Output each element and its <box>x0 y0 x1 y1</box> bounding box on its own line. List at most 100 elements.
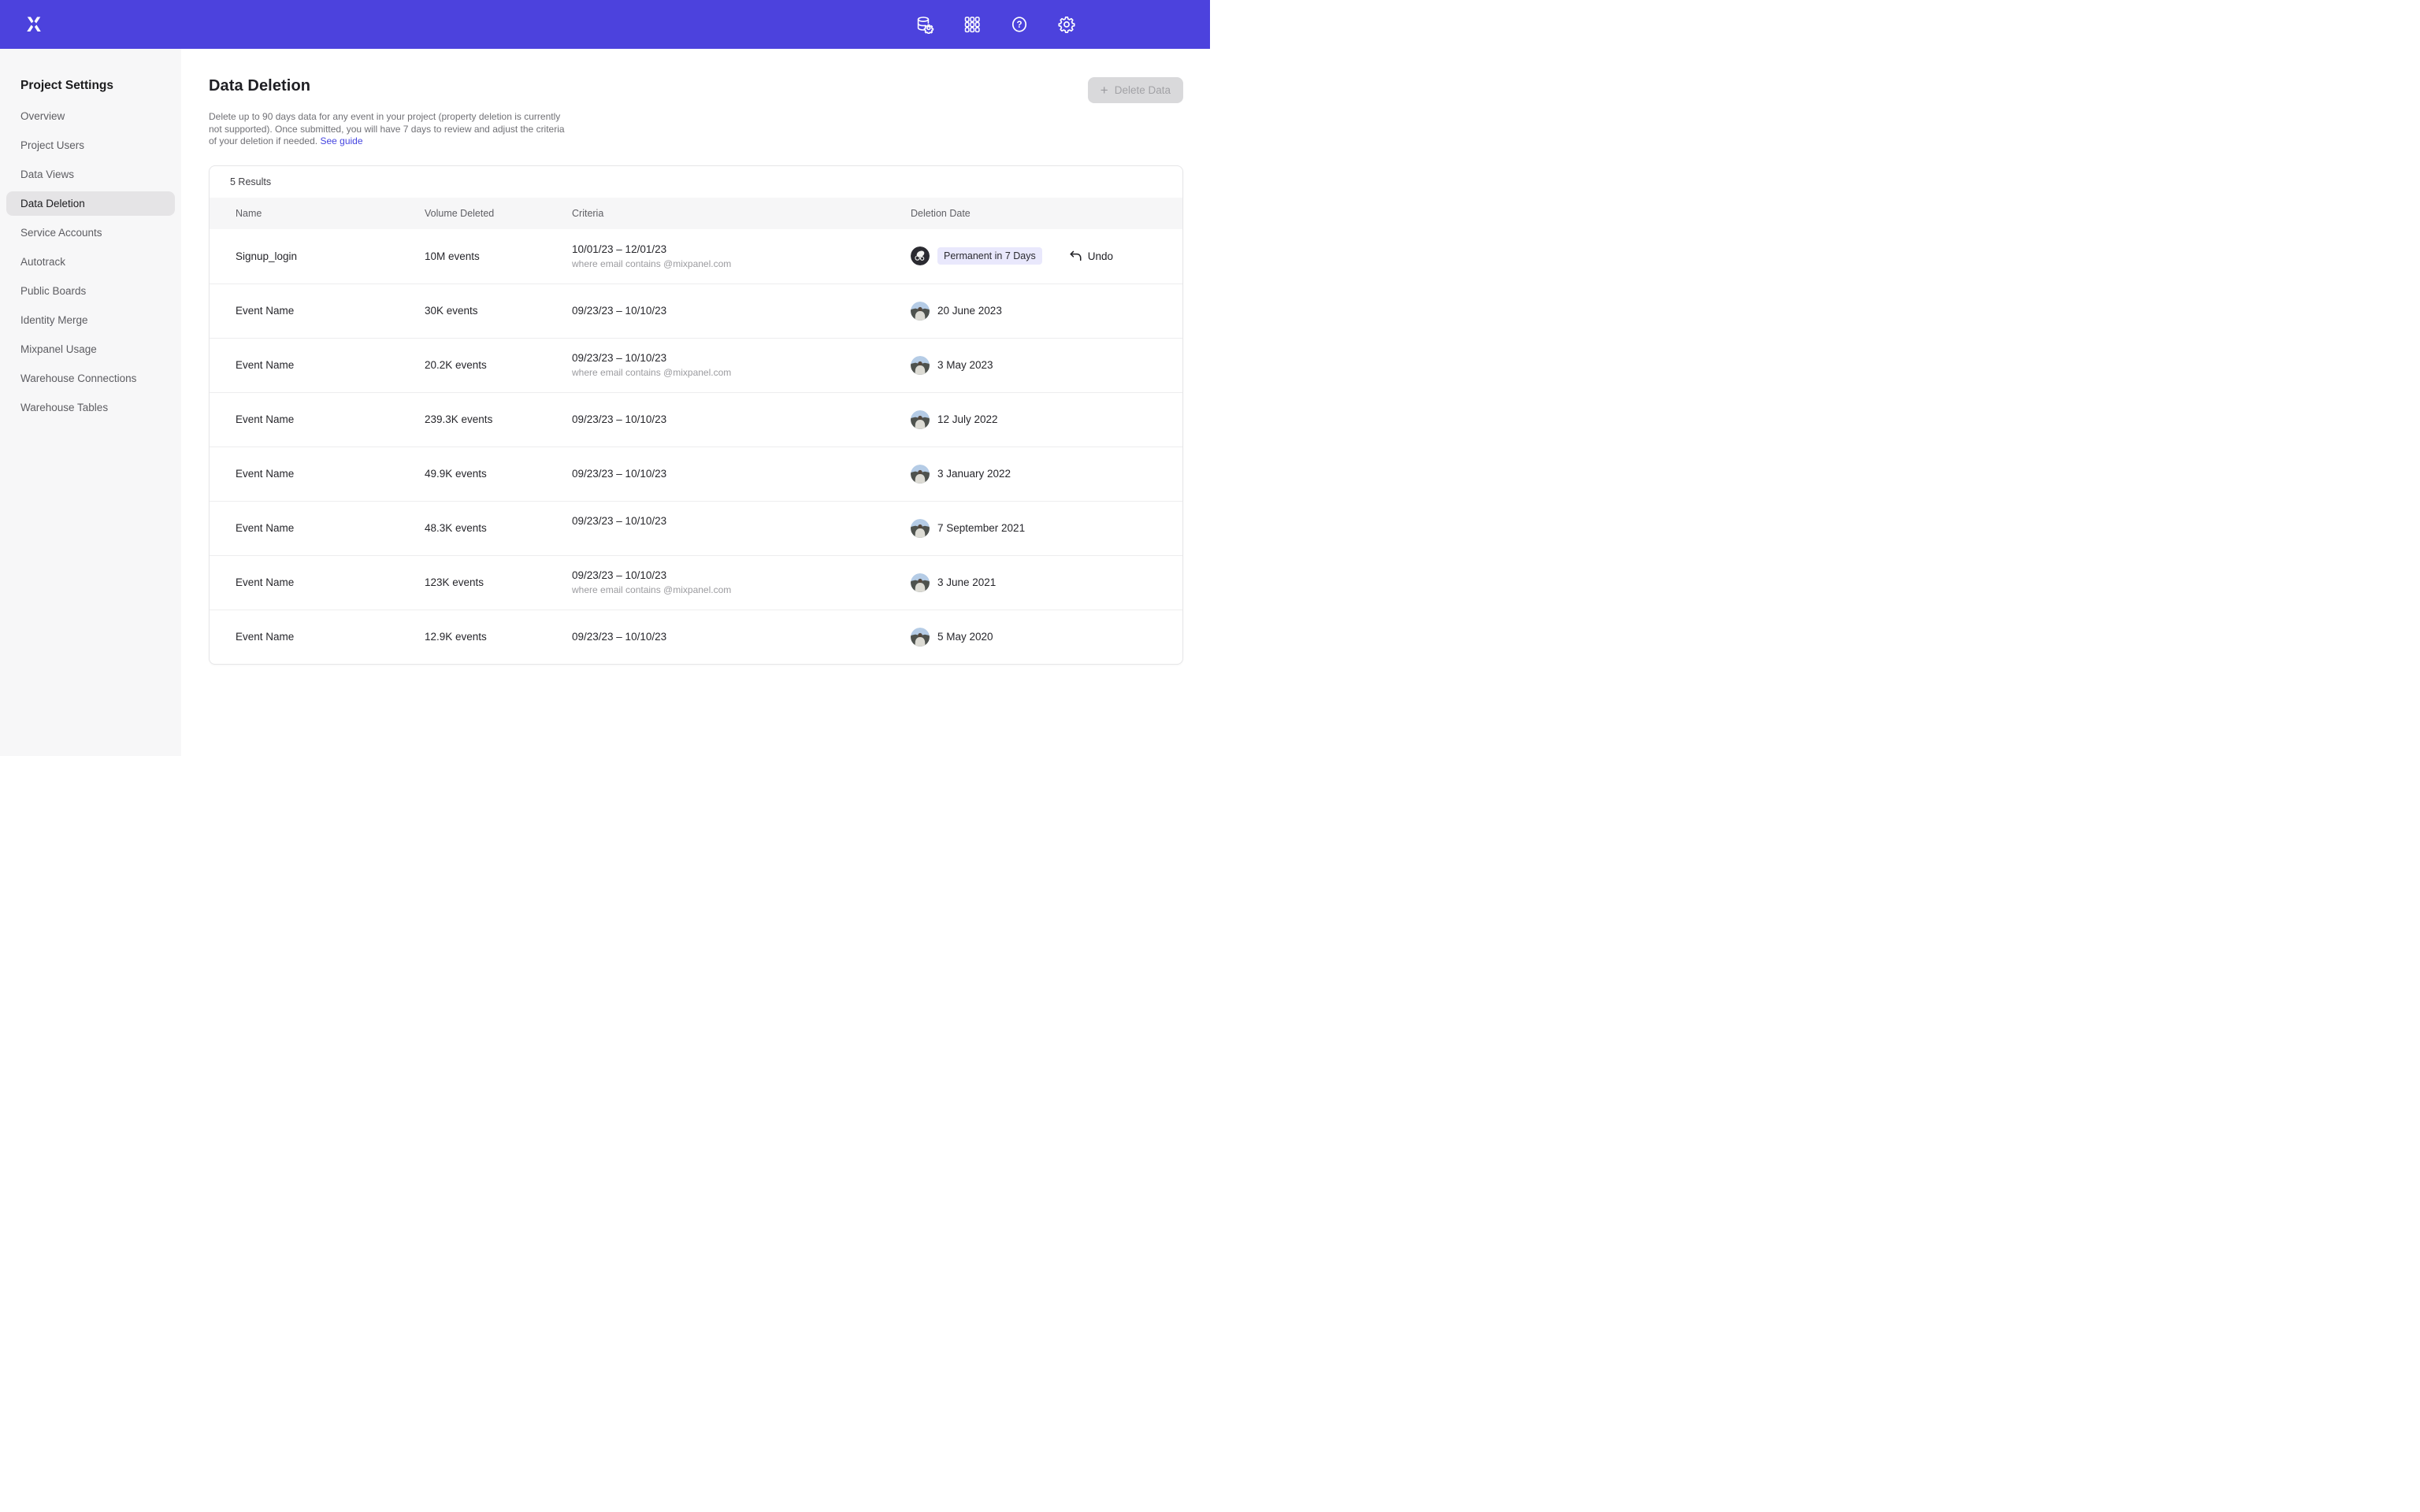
criteria-cell: 09/23/23 – 10/10/23where email contains … <box>572 352 911 378</box>
volume-deleted: 20.2K events <box>425 359 572 371</box>
apps-grid-icon[interactable] <box>963 15 982 34</box>
criteria-date-range: 09/23/23 – 10/10/23 <box>572 468 911 480</box>
criteria-cell: 09/23/23 – 10/10/23 <box>572 468 911 480</box>
user-avatar-illustrated <box>911 246 930 265</box>
sidebar-item-label: Service Accounts <box>20 227 102 239</box>
user-photo <box>911 573 930 592</box>
sidebar-item-label: Warehouse Tables <box>20 402 108 413</box>
event-name: Event Name <box>236 576 425 588</box>
event-name: Event Name <box>236 305 425 317</box>
deletion-date: 12 July 2022 <box>937 413 998 425</box>
sidebar-item-label: Mixpanel Usage <box>20 343 97 355</box>
criteria-cell: 09/23/23 – 10/10/23 <box>572 305 911 317</box>
page-title: Data Deletion <box>209 77 310 95</box>
table-row: Event Name239.3K events09/23/23 – 10/10/… <box>210 392 1182 447</box>
volume-deleted: 12.9K events <box>425 631 572 643</box>
results-count: 5 Results <box>210 166 1182 198</box>
table-row: Event Name20.2K events09/23/23 – 10/10/2… <box>210 338 1182 392</box>
event-name: Event Name <box>236 359 425 371</box>
delete-data-button[interactable]: + Delete Data <box>1088 77 1183 103</box>
table-header-row: Name Volume Deleted Criteria Deletion Da… <box>210 198 1182 229</box>
user-photo <box>911 628 930 647</box>
deletion-date-cell: 5 May 2020 <box>911 628 1182 647</box>
sidebar-item-label: Project Users <box>20 139 84 151</box>
event-name: Signup_login <box>236 250 425 262</box>
column-header-name: Name <box>236 208 425 219</box>
table-row: Event Name123K events09/23/23 – 10/10/23… <box>210 555 1182 610</box>
help-icon[interactable]: ? <box>1010 15 1029 34</box>
user-photo <box>911 410 930 429</box>
sidebar-item-label: Data Views <box>20 169 74 180</box>
data-settings-icon[interactable] <box>915 15 934 34</box>
criteria-date-range: 09/23/23 – 10/10/23 <box>572 569 911 581</box>
sidebar-item-public-boards[interactable]: Public Boards <box>6 279 175 303</box>
mixpanel-logo[interactable]: X <box>22 13 46 36</box>
deletion-table-card: 5 Results Name Volume Deleted Criteria D… <box>209 165 1183 665</box>
column-header-deletion-date: Deletion Date <box>911 208 1182 219</box>
sidebar-item-project-users[interactable]: Project Users <box>6 133 175 158</box>
sidebar-item-label: Warehouse Connections <box>20 372 136 384</box>
user-avatar <box>911 465 930 484</box>
deletion-date: 3 June 2021 <box>937 576 996 588</box>
user-photo <box>911 356 930 375</box>
delete-data-button-label: Delete Data <box>1115 84 1171 96</box>
sidebar: Project Settings Overview Project Users Da… <box>0 49 181 756</box>
sidebar-item-identity-merge[interactable]: Identity Merge <box>6 308 175 332</box>
sidebar-item-autotrack[interactable]: Autotrack <box>6 250 175 274</box>
criteria-filter <box>572 530 911 541</box>
sidebar-item-data-deletion[interactable]: Data Deletion <box>6 191 175 216</box>
volume-deleted: 30K events <box>425 305 572 317</box>
user-avatar <box>911 302 930 321</box>
criteria-cell: 09/23/23 – 10/10/23 <box>572 413 911 425</box>
volume-deleted: 49.9K events <box>425 468 572 480</box>
sidebar-item-label: Identity Merge <box>20 314 88 326</box>
event-name: Event Name <box>236 468 425 480</box>
svg-text:?: ? <box>1016 20 1022 30</box>
plus-icon: + <box>1101 83 1108 97</box>
user-avatar <box>911 628 930 647</box>
volume-deleted: 10M events <box>425 250 572 262</box>
sidebar-item-overview[interactable]: Overview <box>6 104 175 128</box>
sidebar-item-warehouse-tables[interactable]: Warehouse Tables <box>6 395 175 420</box>
user-avatar <box>911 410 930 429</box>
deletion-date: 3 January 2022 <box>937 468 1011 480</box>
sidebar-item-mixpanel-usage[interactable]: Mixpanel Usage <box>6 337 175 361</box>
criteria-date-range: 09/23/23 – 10/10/23 <box>572 305 911 317</box>
deletion-date-cell: Permanent in 7 Days Undo <box>911 246 1182 265</box>
deletion-date-cell: 20 June 2023 <box>911 302 1182 321</box>
sidebar-item-service-accounts[interactable]: Service Accounts <box>6 220 175 245</box>
illustrated-avatar <box>911 246 930 265</box>
permanent-status-badge: Permanent in 7 Days <box>937 247 1042 265</box>
column-header-volume-deleted: Volume Deleted <box>425 208 572 219</box>
volume-deleted: 123K events <box>425 576 572 588</box>
column-header-criteria: Criteria <box>572 208 911 219</box>
main-content: Data Deletion + Delete Data Delete up to… <box>181 49 1210 756</box>
criteria-filter: where email contains @mixpanel.com <box>572 258 911 269</box>
sidebar-item-warehouse-connections[interactable]: Warehouse Connections <box>6 366 175 391</box>
table-row: Event Name48.3K events09/23/23 – 10/10/2… <box>210 501 1182 555</box>
criteria-date-range: 09/23/23 – 10/10/23 <box>572 352 911 364</box>
sidebar-item-data-views[interactable]: Data Views <box>6 162 175 187</box>
page-header: Data Deletion + Delete Data <box>209 77 1183 103</box>
see-guide-link[interactable]: See guide <box>320 135 362 146</box>
table-row: Event Name12.9K events09/23/23 – 10/10/2… <box>210 610 1182 664</box>
user-photo <box>911 302 930 321</box>
criteria-date-range: 09/23/23 – 10/10/23 <box>572 631 911 643</box>
page-description: Delete up to 90 days data for any event … <box>209 111 565 148</box>
sidebar-heading: Project Settings <box>0 79 181 93</box>
criteria-cell: 09/23/23 – 10/10/23 <box>572 631 911 643</box>
undo-button[interactable]: Undo <box>1069 250 1113 263</box>
user-avatar <box>911 519 930 538</box>
deletion-date-cell: 7 September 2021 <box>911 519 1182 538</box>
sidebar-item-label: Public Boards <box>20 285 86 297</box>
criteria-cell: 09/23/23 – 10/10/23 <box>572 515 911 541</box>
deletion-date-cell: 3 June 2021 <box>911 573 1182 592</box>
deletion-date: 7 September 2021 <box>937 522 1025 534</box>
criteria-date-range: 10/01/23 – 12/01/23 <box>572 243 911 255</box>
settings-icon[interactable] <box>1057 15 1076 34</box>
deletion-date: 20 June 2023 <box>937 305 1002 317</box>
topbar-icon-group: ? <box>915 15 1076 34</box>
event-name: Event Name <box>236 631 425 643</box>
volume-deleted: 48.3K events <box>425 522 572 534</box>
sidebar-item-label: Autotrack <box>20 256 65 268</box>
